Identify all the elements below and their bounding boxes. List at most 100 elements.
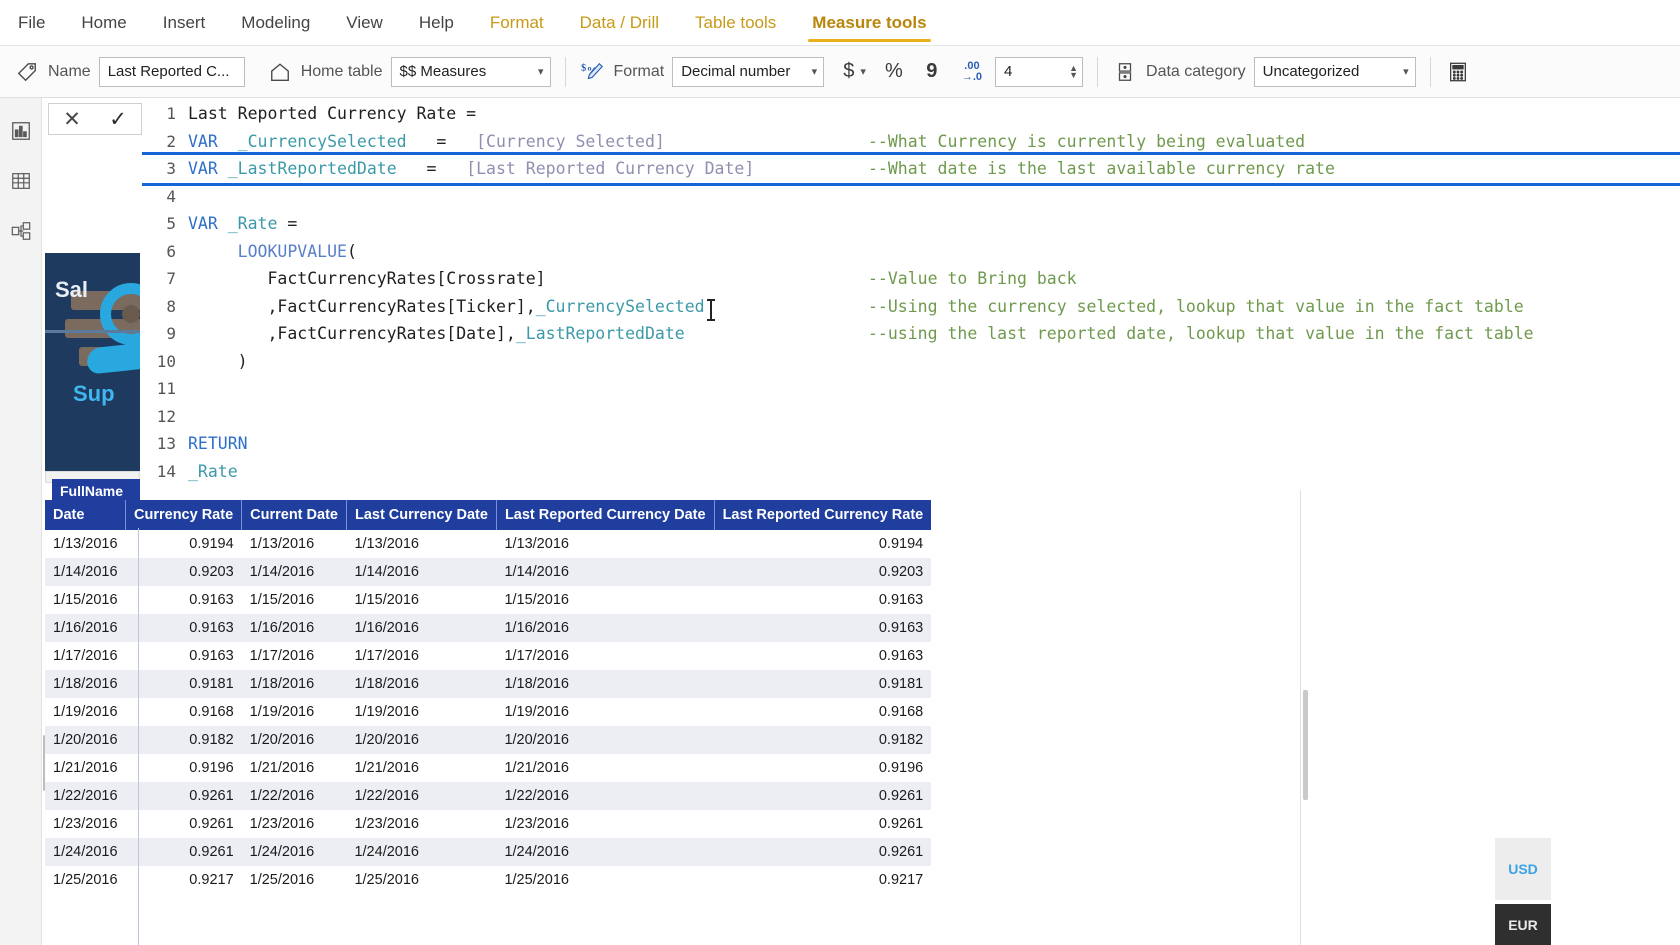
code-line[interactable]: 10 ) bbox=[142, 348, 1680, 376]
format-select[interactable]: Decimal number ▾ bbox=[672, 56, 825, 87]
home-table-group: Home table $$ Measures ▾ bbox=[267, 56, 551, 87]
percent-format-button[interactable]: % bbox=[881, 57, 907, 87]
table-cell: 1/14/2016 bbox=[249, 564, 315, 580]
code-token: LOOKUPVALUE bbox=[237, 241, 347, 261]
table-column-header[interactable]: Last Reported Currency Rate bbox=[714, 500, 932, 530]
line-number: 5 bbox=[166, 214, 176, 234]
currency-format-button[interactable]: $ ▾ bbox=[840, 57, 869, 87]
table-cell: 1/21/2016 bbox=[53, 760, 118, 776]
code-line[interactable]: 13 RETURN bbox=[142, 430, 1680, 458]
ribbon-tab-measure-tools[interactable]: Measure tools bbox=[794, 0, 944, 46]
ribbon-tab-label: Modeling bbox=[241, 12, 311, 32]
code-line[interactable]: 12 bbox=[142, 403, 1680, 431]
table-cell: 1/15/2016 bbox=[249, 592, 315, 608]
table-row[interactable]: 1/18/2016 0.9181 1/18/2016 1/18/2016 1/18/20… bbox=[45, 670, 932, 698]
ribbon-tab-home[interactable]: Home bbox=[63, 0, 144, 46]
table-column-header[interactable]: Last Currency Date bbox=[346, 500, 497, 530]
home-table-select[interactable]: $$ Measures ▾ bbox=[390, 56, 551, 87]
commit-formula-button[interactable]: ✓ bbox=[109, 109, 127, 130]
decimal-places-stepper[interactable]: 4 ▲ ▼ bbox=[995, 56, 1084, 87]
arrow-decimal-icon: →.0 bbox=[961, 70, 983, 83]
table-row[interactable]: 1/13/2016 0.9194 1/13/2016 1/13/2016 1/13/20… bbox=[45, 530, 932, 558]
table-row[interactable]: 1/22/2016 0.9261 1/22/2016 1/22/2016 1/22/20… bbox=[45, 782, 932, 810]
ribbon-tab-file[interactable]: File bbox=[0, 0, 63, 46]
table-row[interactable]: 1/15/2016 0.9163 1/15/2016 1/15/2016 1/15/20… bbox=[45, 586, 932, 614]
code-comment: --Value to Bring back bbox=[868, 269, 1077, 289]
ribbon-tab-insert[interactable]: Insert bbox=[145, 0, 224, 46]
stepper-arrows-icon[interactable]: ▲ ▼ bbox=[1069, 63, 1078, 79]
table-row[interactable]: 1/20/2016 0.9182 1/20/2016 1/20/2016 1/20/20… bbox=[45, 726, 932, 754]
measure-name-input[interactable]: Last Reported C... bbox=[98, 56, 245, 87]
table-row[interactable]: 1/14/2016 0.9203 1/14/2016 1/14/2016 1/14/20… bbox=[45, 558, 932, 586]
toolbar-divider-3 bbox=[1429, 56, 1431, 87]
code-line[interactable]: 11 bbox=[142, 375, 1680, 403]
table-body: 1/13/2016 0.9194 1/13/2016 1/13/2016 1/13/20… bbox=[45, 530, 932, 894]
table-column-header[interactable]: Last Reported Currency Date bbox=[496, 500, 715, 530]
ribbon-tab-table-tools[interactable]: Table tools bbox=[677, 0, 794, 46]
table-cell: 1/18/2016 bbox=[504, 676, 569, 692]
table-row[interactable]: 1/16/2016 0.9163 1/16/2016 1/16/2016 1/16/20… bbox=[45, 614, 932, 642]
table-cell: 1/16/2016 bbox=[354, 620, 419, 636]
code-line[interactable]: 14 _Rate bbox=[142, 458, 1680, 486]
table-cell: 0.9196 bbox=[189, 760, 234, 776]
chevron-down-icon: ▾ bbox=[537, 66, 544, 78]
data-category-select[interactable]: Uncategorized ▾ bbox=[1253, 56, 1416, 87]
code-line[interactable]: 2 VAR _CurrencySelected = [Currency Selec… bbox=[142, 128, 1680, 156]
slicer-option-eur[interactable]: EUR bbox=[1495, 904, 1551, 945]
table-cell: 0.9261 bbox=[189, 816, 234, 832]
table-cell: 1/23/2016 bbox=[249, 816, 315, 832]
code-token: = bbox=[406, 131, 477, 151]
table-cell: 0.9196 bbox=[878, 760, 924, 776]
table-cell: 1/16/2016 bbox=[53, 620, 118, 636]
format-icon: $ % bbox=[580, 59, 606, 85]
code-line[interactable]: 5 VAR _Rate = bbox=[142, 210, 1680, 238]
table-cell: 0.9182 bbox=[878, 732, 924, 748]
dax-formula-editor[interactable]: 1 Last Reported Currency Rate = 2 VAR _Curr… bbox=[142, 100, 1680, 490]
table-cell: 1/15/2016 bbox=[504, 592, 569, 608]
code-line[interactable]: 4 bbox=[142, 183, 1680, 211]
code-line[interactable]: 7 FactCurrencyRates[Crossrate] --Value to… bbox=[142, 265, 1680, 293]
table-header: Date Currency Rate Current Date Last Curren… bbox=[45, 500, 932, 530]
ribbon-tab-data-drill[interactable]: Data / Drill bbox=[562, 0, 677, 46]
table-row[interactable]: 1/21/2016 0.9196 1/21/2016 1/21/2016 1/21/20… bbox=[45, 754, 932, 782]
table-column-header[interactable]: Date bbox=[45, 500, 127, 530]
sidebar-item-data-view[interactable] bbox=[0, 158, 42, 208]
code-line[interactable]: 8 ,FactCurrencyRates[Ticker], _CurrencySe… bbox=[142, 293, 1680, 321]
code-token: _CurrencySelected bbox=[227, 131, 407, 151]
code-line-content: ) bbox=[188, 352, 1680, 371]
ribbon-tab-format[interactable]: Format bbox=[472, 0, 562, 46]
table-row[interactable]: 1/17/2016 0.9163 1/17/2016 1/17/2016 1/17/20… bbox=[45, 642, 932, 670]
code-line[interactable]: 6 LOOKUPVALUE( bbox=[142, 238, 1680, 266]
code-token: RETURN bbox=[188, 434, 248, 454]
sidebar-item-model-view[interactable] bbox=[0, 208, 42, 258]
slicer-option-usd[interactable]: USD bbox=[1495, 838, 1551, 900]
code-line[interactable]: 9 ,FactCurrencyRates[Date], _LastReported… bbox=[142, 320, 1680, 348]
table-cell: 0.9261 bbox=[189, 844, 234, 860]
pane-vertical-scrollbar[interactable] bbox=[1303, 690, 1308, 800]
table-row[interactable]: 1/19/2016 0.9168 1/19/2016 1/19/2016 1/19/20… bbox=[45, 698, 932, 726]
ribbon-tab-label: Insert bbox=[162, 12, 206, 32]
code-line[interactable]: 1 Last Reported Currency Rate = bbox=[142, 100, 1680, 128]
table-cell: 1/16/2016 bbox=[504, 620, 569, 636]
cancel-formula-button[interactable]: ✕ bbox=[63, 109, 81, 130]
code-token: [Currency Selected] bbox=[476, 131, 665, 151]
thousands-separator-button[interactable]: 9 bbox=[919, 57, 945, 87]
calculator-icon[interactable] bbox=[1445, 59, 1471, 85]
table-cell: 0.9217 bbox=[878, 872, 924, 888]
format-group: $ % Format Decimal number ▾ bbox=[580, 56, 825, 87]
line-number: 13 bbox=[156, 434, 176, 454]
ribbon-tab-help[interactable]: Help bbox=[401, 0, 472, 46]
table-column-header[interactable]: Currency Rate bbox=[125, 500, 243, 530]
ribbon-tab-modeling[interactable]: Modeling bbox=[223, 0, 328, 46]
table-row[interactable]: 1/24/2016 0.9261 1/24/2016 1/24/2016 1/24/20… bbox=[45, 838, 932, 866]
table-cell: 1/23/2016 bbox=[504, 816, 569, 832]
table-row[interactable]: 1/23/2016 0.9261 1/23/2016 1/23/2016 1/23/20… bbox=[45, 810, 932, 838]
table-row[interactable]: 1/25/2016 0.9217 1/25/2016 1/25/2016 1/25/20… bbox=[45, 866, 932, 894]
sidebar-item-report-view[interactable] bbox=[0, 108, 42, 158]
table-cell: 1/18/2016 bbox=[53, 676, 118, 692]
table-column-header[interactable]: Current Date bbox=[241, 500, 347, 530]
code-line[interactable]: 3 VAR _LastReportedDate = [Last Reported … bbox=[142, 152, 1680, 186]
ribbon-tab-view[interactable]: View bbox=[328, 0, 401, 46]
code-line-content: VAR _Rate = bbox=[188, 214, 1680, 233]
decrease-decimals-button[interactable]: .00 →.0 bbox=[959, 57, 985, 87]
